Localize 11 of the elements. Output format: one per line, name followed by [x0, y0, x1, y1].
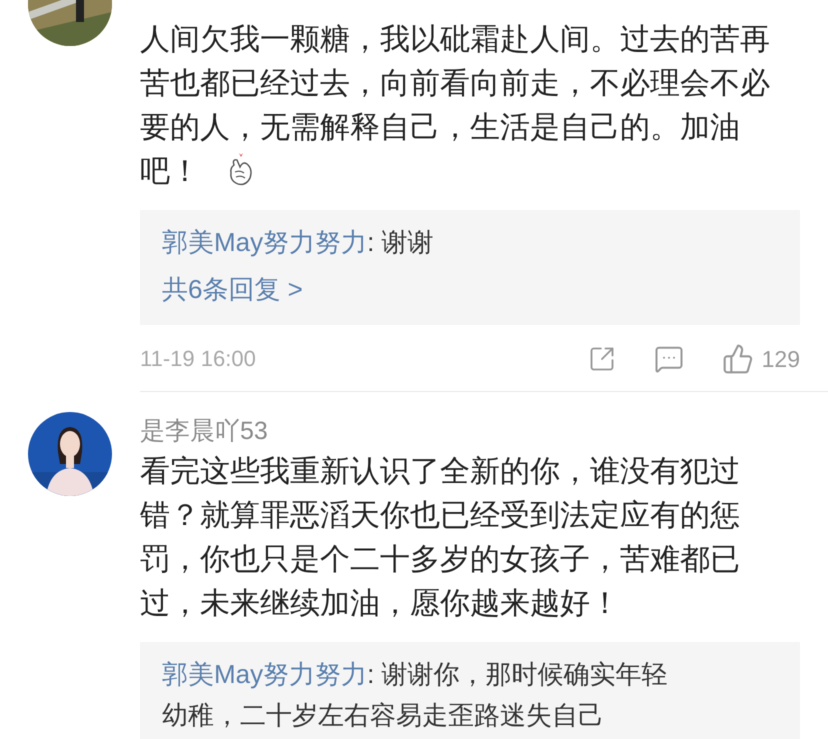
timestamp: 11-19 16:00: [140, 346, 257, 372]
more-replies-link[interactable]: 共6条回复 >: [162, 267, 303, 311]
comment-text: 人间欠我一颗糖，我以砒霜赴人间。过去的苦再苦也都已经过去，向前看向前走，不必理会不必要的人，无需解释自己，生活是自己的。加油吧！: [140, 22, 771, 190]
reply-text: 郭美May努力努力: 谢谢你，那时候确实年轻幼稚，二十岁左右容易走歪路迷失自己: [162, 658, 669, 732]
share-icon[interactable]: [588, 345, 616, 373]
comment-icon[interactable]: [654, 344, 684, 374]
reply-text: 郭美May努力努力: 谢谢: [162, 226, 435, 259]
username[interactable]: 是李晨吖53: [140, 412, 828, 450]
like-count: 129: [762, 346, 800, 372]
comment-text: 看完这些我重新认识了全新的你，谁没有犯过错？就算罪恶滔天你也已经受到法定应有的惩罚，你也只是个二十多岁的女孩子，苦难都已过，未来继续加油，愿你越来越好！: [140, 454, 741, 622]
thumbs-up-icon[interactable]: [722, 343, 754, 375]
